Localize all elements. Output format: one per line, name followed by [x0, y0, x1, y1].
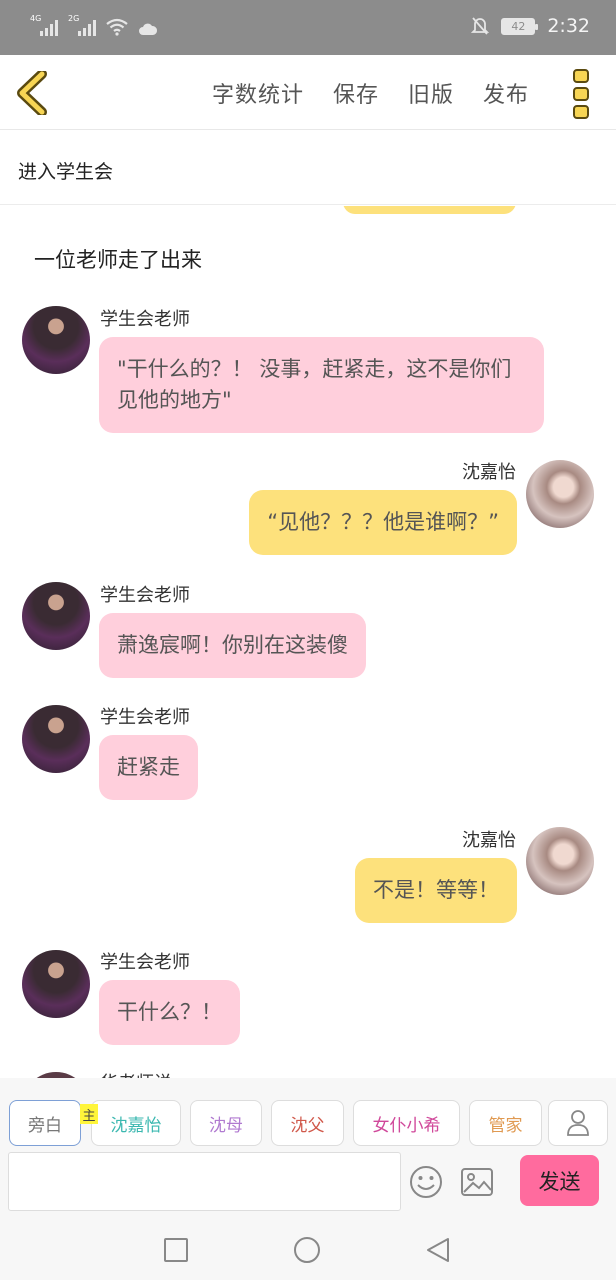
- wifi-icon: [106, 18, 128, 36]
- avatar[interactable]: [22, 705, 90, 773]
- user-icon: [567, 1110, 589, 1136]
- role-button-butler[interactable]: 管家: [469, 1100, 542, 1146]
- avatar[interactable]: [22, 306, 90, 374]
- system-nav-bar: [0, 1218, 616, 1280]
- role-label: 管家: [488, 1115, 523, 1136]
- cloud-icon: [138, 22, 158, 36]
- role-label: 沈父: [290, 1115, 325, 1136]
- role-label: 沈嘉怡: [110, 1115, 162, 1136]
- narration-text[interactable]: 一位老师走了出来: [34, 244, 202, 274]
- more-menu-button[interactable]: [572, 69, 590, 119]
- role-button-shenmu[interactable]: 沈母: [190, 1100, 262, 1146]
- role-button-shenfu[interactable]: 沈父: [271, 1100, 344, 1146]
- back-nav-button[interactable]: [424, 1236, 452, 1264]
- image-button[interactable]: [459, 1164, 495, 1200]
- message-bubble[interactable]: 不是！等等！: [355, 858, 517, 923]
- status-bar: 4G 2G 42 2:32: [0, 0, 616, 55]
- signal-icon: 4G: [30, 14, 58, 36]
- network-type-label: 2G: [68, 14, 80, 23]
- message-input[interactable]: [8, 1152, 401, 1211]
- message-bubble[interactable]: 赶紧走: [99, 735, 198, 800]
- bell-off-icon: [471, 16, 490, 36]
- sender-name: 学生会老师: [100, 309, 190, 330]
- home-button[interactable]: [293, 1236, 321, 1264]
- role-label: 女仆小希: [372, 1115, 441, 1136]
- message-bubble[interactable]: “见他？？？他是谁啊？”: [249, 490, 517, 555]
- add-role-button[interactable]: [548, 1100, 608, 1146]
- status-right: 42 2:32: [471, 15, 590, 37]
- old-version-button[interactable]: 旧版: [408, 77, 454, 109]
- sender-name: 学生会老师: [100, 707, 190, 728]
- role-button-shenjiayi[interactable]: 沈嘉怡: [91, 1100, 181, 1146]
- emoji-button[interactable]: [408, 1164, 444, 1200]
- top-bar: 字数统计 保存 旧版 发布: [0, 55, 616, 130]
- battery-icon: 42: [501, 17, 539, 35]
- sender-name: 学生会老师: [100, 585, 190, 606]
- save-button[interactable]: 保存: [333, 77, 379, 109]
- sender-name: 沈嘉怡: [462, 462, 516, 483]
- sender-name: 沈嘉怡: [462, 830, 516, 851]
- role-label: 沈母: [209, 1115, 243, 1136]
- circle-icon: [294, 1237, 320, 1263]
- send-button[interactable]: 发送: [520, 1155, 599, 1206]
- publish-button[interactable]: 发布: [483, 77, 529, 109]
- more-vertical-icon: [573, 69, 589, 119]
- square-icon: [164, 1238, 188, 1262]
- network-type-label: 4G: [30, 14, 42, 23]
- avatar[interactable]: [526, 460, 594, 528]
- avatar[interactable]: [22, 582, 90, 650]
- message-bubble[interactable]: 萧逸宸啊！你别在这装傻: [99, 613, 366, 678]
- sender-name: 华老师说: [100, 1069, 172, 1078]
- chat-area[interactable]: 一位老师走了出来 学生会老师 "干什么的？！ 没事，赶紧走，这不是你们见他的地方…: [0, 206, 616, 1078]
- role-button-maid[interactable]: 女仆小希: [353, 1100, 460, 1146]
- signal-icon: 2G: [68, 14, 96, 36]
- role-button-narrator[interactable]: 旁白: [9, 1100, 81, 1146]
- triangle-back-icon: [427, 1238, 449, 1262]
- message-bubble[interactable]: "干什么的？！ 没事，赶紧走，这不是你们见他的地方": [99, 337, 544, 433]
- main-character-badge: 主: [80, 1104, 98, 1124]
- avatar[interactable]: [526, 827, 594, 895]
- toolbar-actions: 字数统计 保存 旧版 发布: [212, 77, 529, 109]
- avatar[interactable]: [22, 950, 90, 1018]
- smiley-icon: [410, 1166, 442, 1198]
- recent-apps-button[interactable]: [162, 1236, 190, 1264]
- compose-panel: 旁白 沈嘉怡 主 沈母 沈父 女仆小希 管家 发送: [0, 1078, 616, 1218]
- chapter-title-bar[interactable]: 进入学生会: [0, 131, 616, 205]
- image-icon: [461, 1168, 493, 1196]
- chapter-title: 进入学生会: [18, 161, 114, 183]
- sender-name: 学生会老师: [100, 952, 190, 973]
- back-button[interactable]: [14, 69, 50, 117]
- word-count-button[interactable]: 字数统计: [212, 77, 304, 109]
- clock: 2:32: [547, 15, 590, 37]
- status-left: 4G 2G: [30, 14, 158, 36]
- message-bubble-partial[interactable]: [343, 206, 516, 214]
- chevron-left-icon: [17, 69, 47, 117]
- role-label: 旁白: [28, 1115, 62, 1136]
- message-bubble[interactable]: 干什么？！: [99, 980, 240, 1045]
